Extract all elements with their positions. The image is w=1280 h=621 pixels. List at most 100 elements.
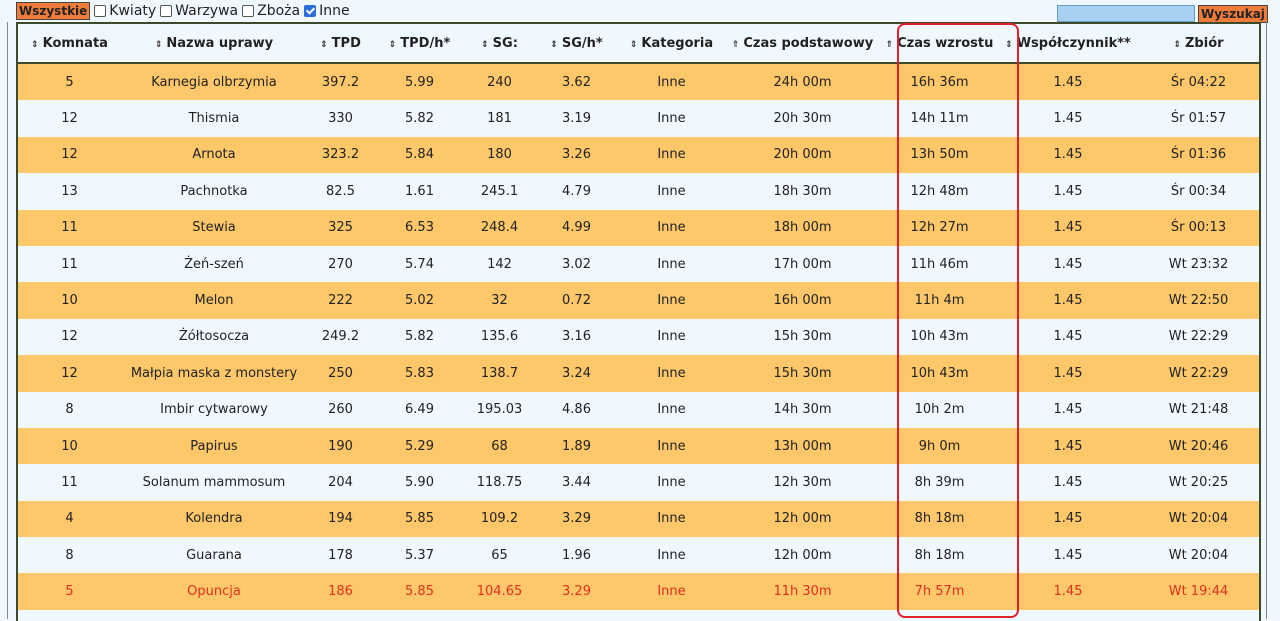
cell-zbior: Wt 23:32 bbox=[1138, 245, 1259, 283]
column-header-kategoria[interactable]: ⇕ Kategoria bbox=[619, 24, 724, 64]
column-header-sg-per-h[interactable]: ⇕ SG/h* bbox=[534, 24, 619, 64]
cell-sg: 240 bbox=[465, 63, 534, 101]
cell-zbior: Wt 20:46 bbox=[1138, 427, 1259, 465]
zboza-checkbox[interactable] bbox=[242, 5, 255, 17]
column-header-czas-podstawowy[interactable]: ⇑ Czas podstawowy bbox=[724, 24, 881, 64]
crops-table-container[interactable]: ⇕ Komnata ⇕ Nazwa uprawy ⇕ TPD ⇕ TPD/h* ⇕ SG: ⇕ SG/… bbox=[16, 22, 1261, 621]
table-row[interactable]: 8 Guarana 178 5.37 65 1.96 Inne 12h 00m 8h 18m 1.… bbox=[18, 537, 1259, 574]
cell-nazwa-uprawy: Solanum mammosum bbox=[121, 464, 307, 501]
cell-kategoria: Inne bbox=[619, 537, 724, 574]
cell-tpd: 323.2 bbox=[307, 136, 374, 174]
sort-arrow-icon: ⇑ bbox=[731, 39, 740, 50]
cell-tpd: 190 bbox=[307, 427, 374, 465]
table-body: 5 Karnegia olbrzymia 397.2 5.99 240 3.62 Inne 2… bbox=[18, 63, 1259, 610]
kwiaty-checkbox[interactable] bbox=[94, 5, 107, 17]
cell-czas-podstawowy: 12h 00m bbox=[724, 537, 881, 574]
column-header-label: TPD bbox=[331, 35, 361, 51]
sort-arrow-icon: ⇕ bbox=[481, 39, 489, 50]
cell-nazwa-uprawy: Imbir cytwarowy bbox=[121, 391, 307, 428]
crops-table: ⇕ Komnata ⇕ Nazwa uprawy ⇕ TPD ⇕ TPD/h* ⇕ SG: ⇕ SG/… bbox=[18, 24, 1259, 610]
cell-wspolczynnik: 1.45 bbox=[998, 537, 1138, 574]
cell-czas-wzrostu: 16h 36m bbox=[881, 63, 998, 101]
cell-tpd-per-h: 5.83 bbox=[374, 355, 465, 392]
cell-tpd-per-h: 6.53 bbox=[374, 209, 465, 246]
cell-komnata: 10 bbox=[18, 282, 121, 319]
table-header-row: ⇕ Komnata ⇕ Nazwa uprawy ⇕ TPD ⇕ TPD/h* ⇕ SG: ⇕ SG/… bbox=[18, 24, 1259, 64]
column-header-label: Czas wzrostu bbox=[897, 35, 994, 51]
column-header-nazwa-uprawy[interactable]: ⇕ Nazwa uprawy bbox=[121, 24, 307, 64]
warzywa-checkbox[interactable] bbox=[160, 5, 173, 17]
page-border-right bbox=[1266, 22, 1267, 619]
cell-sg-per-h: 3.26 bbox=[534, 136, 619, 174]
sort-arrow-icon: ⇕ bbox=[629, 39, 638, 50]
cell-wspolczynnik: 1.45 bbox=[998, 500, 1138, 538]
table-row[interactable]: 12 Arnota 323.2 5.84 180 3.26 Inne 20h 00m 13h 5… bbox=[18, 136, 1259, 174]
cell-wspolczynnik: 1.45 bbox=[998, 464, 1138, 501]
table-row[interactable]: 12 Thismia 330 5.82 181 3.19 Inne 20h 30m 14h 11… bbox=[18, 100, 1259, 137]
cell-kategoria: Inne bbox=[619, 391, 724, 428]
table-row[interactable]: 10 Melon 222 5.02 32 0.72 Inne 16h 00m 11h 4m 1.4… bbox=[18, 282, 1259, 319]
column-header-zbior[interactable]: ⇕ Zbiór bbox=[1138, 24, 1259, 64]
cell-czas-podstawowy: 15h 30m bbox=[724, 318, 881, 356]
sort-arrow-icon: ⇕ bbox=[388, 39, 397, 50]
cell-nazwa-uprawy: Papirus bbox=[121, 427, 307, 465]
cell-wspolczynnik: 1.45 bbox=[998, 391, 1138, 428]
cell-zbior: Wt 22:29 bbox=[1138, 355, 1259, 392]
filter-kwiaty[interactable]: Kwiaty bbox=[94, 3, 156, 19]
cell-czas-wzrostu: 11h 46m bbox=[881, 245, 998, 283]
column-header-label: Komnata bbox=[42, 35, 108, 51]
cell-czas-wzrostu: 12h 27m bbox=[881, 209, 998, 246]
table-row[interactable]: 4 Kolendra 194 5.85 109.2 3.29 Inne 12h 00m 8h 1… bbox=[18, 500, 1259, 538]
column-header-label: TPD/h* bbox=[400, 35, 451, 51]
cell-sg: 32 bbox=[465, 282, 534, 319]
filter-inne[interactable]: Inne bbox=[304, 3, 350, 19]
cell-zbior: Śr 00:34 bbox=[1138, 173, 1259, 210]
cell-tpd: 325 bbox=[307, 209, 374, 246]
column-header-czas-wzrostu[interactable]: ⇑ Czas wzrostu bbox=[881, 24, 998, 64]
cell-czas-podstawowy: 24h 00m bbox=[724, 63, 881, 101]
cell-nazwa-uprawy: Żółtosocza bbox=[121, 318, 307, 356]
cell-zbior: Śr 01:36 bbox=[1138, 136, 1259, 174]
cell-wspolczynnik: 1.45 bbox=[998, 245, 1138, 283]
inne-checkbox[interactable] bbox=[304, 5, 317, 17]
cell-czas-podstawowy: 12h 30m bbox=[724, 464, 881, 501]
cell-czas-wzrostu: 10h 2m bbox=[881, 391, 998, 428]
cell-kategoria: Inne bbox=[619, 209, 724, 246]
table-row[interactable]: 12 Małpia maska z monstery 250 5.83 138.7 3.2… bbox=[18, 355, 1259, 392]
filter-zboza[interactable]: Zboża bbox=[242, 3, 300, 19]
column-header-wspolczynnik[interactable]: ⇕ Współczynnik** bbox=[998, 24, 1138, 64]
table-row[interactable]: 12 Żółtosocza 249.2 5.82 135.6 3.16 Inne 15h 30… bbox=[18, 318, 1259, 356]
cell-komnata: 12 bbox=[18, 318, 121, 356]
cell-sg: 138.7 bbox=[465, 355, 534, 392]
all-button[interactable]: Wszystkie bbox=[16, 2, 91, 20]
cell-czas-podstawowy: 20h 30m bbox=[724, 100, 881, 137]
table-row[interactable]: 8 Imbir cytwarowy 260 6.49 195.03 4.86 Inne 14h… bbox=[18, 391, 1259, 428]
table-row[interactable]: 5 Karnegia olbrzymia 397.2 5.99 240 3.62 Inne 2… bbox=[18, 63, 1259, 101]
column-header-komnata[interactable]: ⇕ Komnata bbox=[18, 24, 121, 64]
table-row[interactable]: 11 Żeń-szeń 270 5.74 142 3.02 Inne 17h 00m 11h 4… bbox=[18, 245, 1259, 283]
cell-zbior: Wt 22:50 bbox=[1138, 282, 1259, 319]
cell-sg-per-h: 3.16 bbox=[534, 318, 619, 356]
cell-czas-podstawowy: 15h 30m bbox=[724, 355, 881, 392]
cell-komnata: 13 bbox=[18, 173, 121, 210]
column-header-label: Współczynnik** bbox=[1016, 35, 1131, 51]
table-row[interactable]: 11 Stewia 325 6.53 248.4 4.99 Inne 18h 00m 12h 2… bbox=[18, 209, 1259, 246]
column-header-tpd[interactable]: ⇕ TPD bbox=[307, 24, 374, 64]
column-header-tpd-per-h[interactable]: ⇕ TPD/h* bbox=[374, 24, 465, 64]
cell-nazwa-uprawy: Melon bbox=[121, 282, 307, 319]
cell-tpd-per-h: 5.29 bbox=[374, 427, 465, 465]
filter-label: Inne bbox=[319, 3, 350, 19]
table-row[interactable]: 10 Papirus 190 5.29 68 1.89 Inne 13h 00m 9h 0m 1.… bbox=[18, 427, 1259, 465]
cell-czas-wzrostu: 9h 0m bbox=[881, 427, 998, 465]
search-input[interactable] bbox=[1057, 5, 1195, 22]
cell-sg-per-h: 0.72 bbox=[534, 282, 619, 319]
cell-czas-podstawowy: 12h 00m bbox=[724, 500, 881, 538]
cell-sg: 142 bbox=[465, 245, 534, 283]
column-header-sg[interactable]: ⇕ SG: bbox=[465, 24, 534, 64]
search-button[interactable]: Wyszukaj bbox=[1198, 5, 1268, 23]
table-row[interactable]: 11 Solanum mammosum 204 5.90 118.75 3.44 Inne 1… bbox=[18, 464, 1259, 501]
cell-zbior: Wt 20:04 bbox=[1138, 537, 1259, 574]
table-row[interactable]: 13 Pachnotka 82.5 1.61 245.1 4.79 Inne 18h 30m 1… bbox=[18, 173, 1259, 210]
filter-warzywa[interactable]: Warzywa bbox=[160, 3, 238, 19]
table-row[interactable]: 5 Opuncja 186 5.85 104.65 3.29 Inne 11h 30m 7h 5… bbox=[18, 573, 1259, 610]
